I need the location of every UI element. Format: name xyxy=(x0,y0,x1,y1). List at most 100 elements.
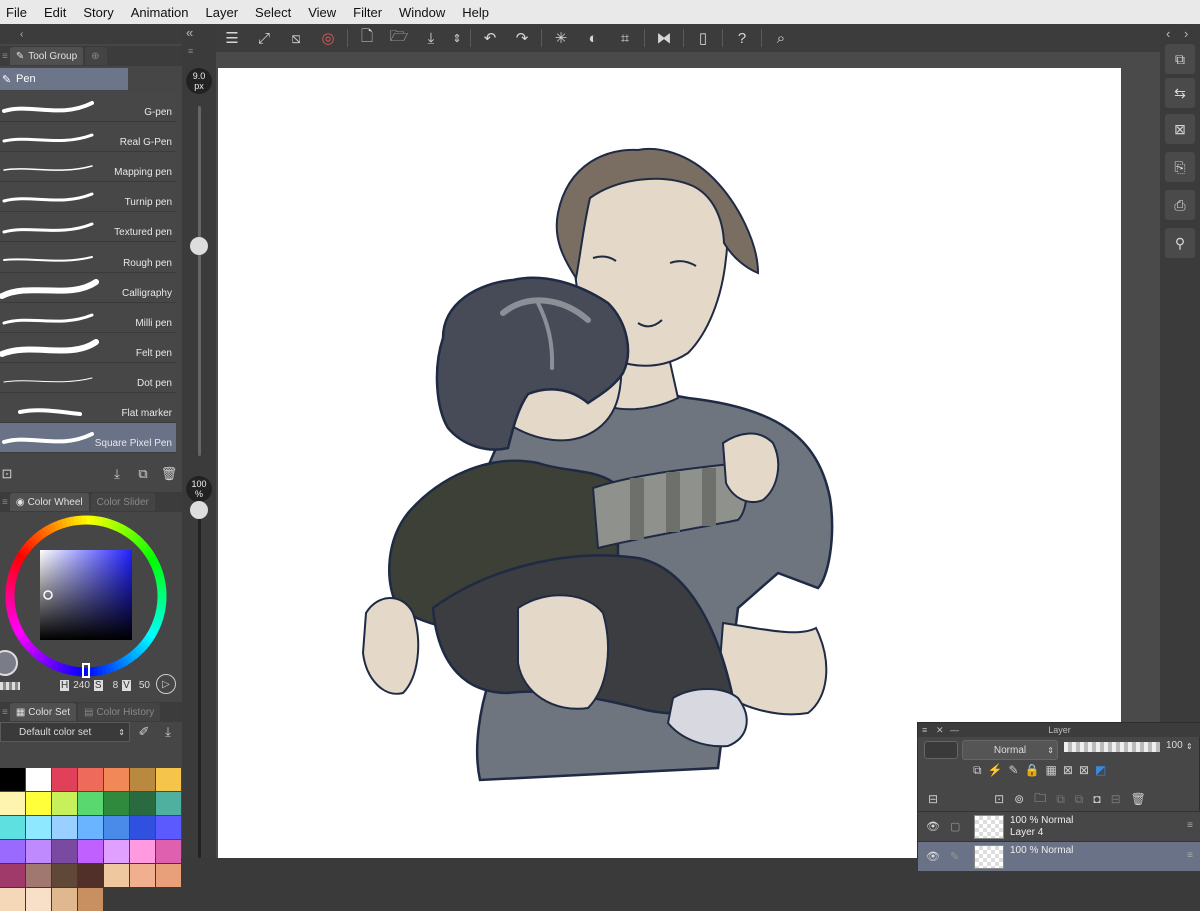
color-swatch[interactable] xyxy=(52,840,77,863)
add-color-icon[interactable]: ⤓ xyxy=(158,722,178,742)
save-icon[interactable]: ⤓ xyxy=(415,24,447,52)
flip-horizontal-icon[interactable]: ⧓ xyxy=(648,24,680,52)
reference-layer-icon[interactable]: ⚡ xyxy=(988,763,1003,778)
color-swatch[interactable] xyxy=(52,864,77,887)
new-folder-icon[interactable]: 🗀 xyxy=(1034,789,1046,810)
crop-icon[interactable]: ⌗ xyxy=(609,24,641,52)
opacity-track[interactable] xyxy=(198,510,201,858)
menu-window[interactable]: Window xyxy=(399,5,445,20)
menu-file[interactable]: File xyxy=(6,5,27,20)
item-bank-icon[interactable]: ⚲ xyxy=(1165,228,1195,258)
color-swatch[interactable] xyxy=(52,792,77,815)
layer-drag-handle-icon[interactable]: ≡ xyxy=(1187,850,1193,861)
color-swatch[interactable] xyxy=(130,864,155,887)
color-swatch[interactable] xyxy=(78,816,103,839)
brush-item[interactable]: Calligraphy xyxy=(0,272,176,303)
pen-group-title[interactable]: ✎ Pen xyxy=(0,68,128,90)
brush-item[interactable]: Rough pen xyxy=(0,242,176,273)
brush-item[interactable]: G-pen xyxy=(0,92,176,123)
color-swatch[interactable] xyxy=(78,840,103,863)
brush-item[interactable]: Dot pen xyxy=(0,362,176,393)
color-swatch[interactable] xyxy=(130,840,155,863)
visibility-eye-icon[interactable]: 👁 xyxy=(926,820,940,833)
new-file-icon[interactable]: 🗋 xyxy=(351,24,383,52)
visibility-eye-icon[interactable]: 👁 xyxy=(926,850,940,863)
color-swatch[interactable] xyxy=(156,816,181,839)
brush-item[interactable]: Mapping pen xyxy=(0,152,176,183)
layer-opacity-value[interactable]: 100 xyxy=(1166,740,1183,751)
menu-select[interactable]: Select xyxy=(255,5,291,20)
layer-property-icon[interactable]: ⧉ xyxy=(1165,44,1195,74)
color-swatch[interactable] xyxy=(104,816,129,839)
color-swatch[interactable] xyxy=(26,816,51,839)
color-swatch[interactable] xyxy=(0,816,25,839)
color-swatch[interactable] xyxy=(104,840,129,863)
search-icon[interactable]: ⌕ xyxy=(765,24,797,52)
color-swatch[interactable] xyxy=(156,768,181,791)
draft-layer-icon[interactable]: ✎ xyxy=(1009,763,1019,778)
blend-mode-select[interactable]: Normal ⇕ xyxy=(962,740,1058,760)
delete-layer-icon[interactable]: 🗑 xyxy=(1131,792,1146,806)
color-swatch[interactable] xyxy=(104,768,129,791)
brush-size-track[interactable] xyxy=(198,106,201,456)
minimize-panel-icon[interactable]: — xyxy=(950,723,959,737)
brush-size-handle[interactable] xyxy=(190,237,208,255)
layer-row[interactable]: 👁 ✎ 100 % Normal ≡ xyxy=(918,841,1200,871)
undo-icon[interactable]: ↶ xyxy=(474,24,506,52)
menu-story[interactable]: Story xyxy=(83,5,113,20)
tab-color-slider[interactable]: Color Slider xyxy=(90,493,155,511)
lock-layer-icon[interactable]: 🔒 xyxy=(1025,763,1040,778)
color-mode-toggle-icon[interactable]: ▷ xyxy=(156,674,176,694)
color-swatch[interactable] xyxy=(52,816,77,839)
color-swatch[interactable] xyxy=(156,840,181,863)
color-set-select[interactable]: Default color set ⇕ xyxy=(0,722,130,742)
tab-color-history[interactable]: ▤ Color History xyxy=(77,703,161,721)
menu-animation[interactable]: Animation xyxy=(131,5,189,20)
delete-brush-icon[interactable]: 🗑 xyxy=(160,465,178,483)
color-swatch[interactable] xyxy=(130,768,155,791)
color-swatch[interactable] xyxy=(26,840,51,863)
menu-help[interactable]: Help xyxy=(462,5,489,20)
color-swatch[interactable] xyxy=(0,864,25,887)
tab-color-set[interactable]: ▦ Color Set xyxy=(9,703,76,721)
sub-view-icon[interactable]: ⎙ xyxy=(1165,190,1195,220)
smartphone-icon[interactable]: ▯ xyxy=(687,24,719,52)
brush-item[interactable]: Flat marker xyxy=(0,392,176,424)
layer-opacity-slider[interactable] xyxy=(1064,742,1160,752)
layer-row[interactable]: 👁 ▢ 100 % Normal Layer 4 ≡ xyxy=(918,811,1200,841)
color-swatch[interactable] xyxy=(26,792,51,815)
brush-item[interactable]: Turnip pen xyxy=(0,182,176,213)
color-swatch[interactable] xyxy=(130,792,155,815)
tab-color-wheel[interactable]: ◉ Color Wheel xyxy=(9,493,89,511)
color-swatch[interactable] xyxy=(104,792,129,815)
color-swatch[interactable] xyxy=(0,888,25,911)
collapse-right-icon[interactable]: ‹ xyxy=(1166,26,1170,41)
expand-right-icon[interactable]: › xyxy=(1184,26,1188,41)
ruler-icon[interactable]: ⊠ xyxy=(1079,763,1089,778)
brush-item[interactable]: Real G-Pen xyxy=(0,122,176,153)
stepper-icon[interactable]: ⇕ xyxy=(1186,742,1193,751)
clip-layer-icon[interactable]: ⧉ xyxy=(973,763,982,778)
color-swatch[interactable] xyxy=(26,768,51,791)
loading-icon[interactable]: ✳ xyxy=(545,24,577,52)
menu-filter[interactable]: Filter xyxy=(353,5,382,20)
color-swatch[interactable] xyxy=(78,792,103,815)
menu-icon[interactable]: ☰ xyxy=(216,24,248,52)
color-swatch[interactable] xyxy=(156,792,181,815)
color-swatch[interactable] xyxy=(52,888,77,911)
companion-icon[interactable]: ◎ xyxy=(312,24,344,52)
color-swatch[interactable] xyxy=(26,864,51,887)
color-swatch[interactable] xyxy=(52,768,77,791)
color-swatch[interactable] xyxy=(78,768,103,791)
transform-icon[interactable]: ⧅ xyxy=(280,24,312,52)
material-icon[interactable]: ⊠ xyxy=(1165,114,1195,144)
combine-layer-icon[interactable]: ⧉ xyxy=(1075,792,1084,807)
collapse-panel-icon[interactable]: « xyxy=(186,25,193,40)
layer-type-icon[interactable] xyxy=(924,741,958,759)
transfer-down-icon[interactable]: ⧉ xyxy=(1056,792,1065,807)
tab-tool-group[interactable]: ✎ Tool Group xyxy=(9,47,84,65)
collapse-left-icon[interactable]: ‹ xyxy=(20,29,23,40)
brush-item[interactable]: Felt pen xyxy=(0,332,176,363)
color-swatch[interactable] xyxy=(0,840,25,863)
menu-edit[interactable]: Edit xyxy=(44,5,66,20)
